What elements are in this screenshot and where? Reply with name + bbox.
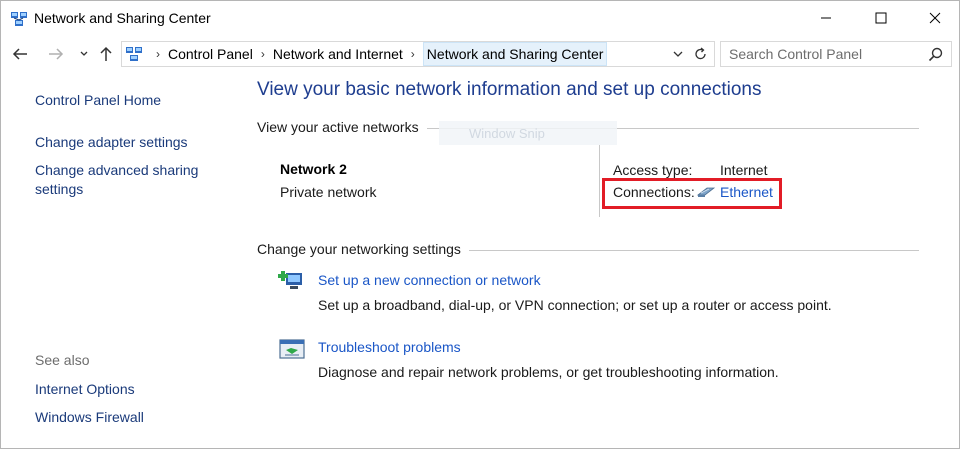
snip-overlay-caption: Window Snip [439, 121, 617, 145]
address-dropdown-button[interactable] [668, 42, 688, 66]
minimize-button[interactable] [803, 1, 849, 35]
breadcrumb-current[interactable]: Network and Sharing Center [422, 42, 608, 66]
access-type-label: Access type: [613, 162, 693, 178]
network-globe-icon [11, 12, 27, 26]
breadcrumb-control-panel[interactable]: Control Panel [168, 46, 253, 62]
recent-locations-button[interactable] [73, 43, 95, 65]
network-name: Network 2 [280, 161, 347, 177]
search-icon[interactable] [927, 46, 945, 64]
back-button[interactable] [9, 43, 31, 65]
forward-button[interactable] [45, 43, 67, 65]
breadcrumb: › Control Panel › Network and Internet ›… [148, 42, 608, 66]
search-input[interactable] [729, 45, 919, 63]
control-panel-home-link[interactable]: Control Panel Home [35, 91, 161, 110]
title-bar: Network and Sharing Center [1, 1, 959, 35]
minimize-icon [821, 17, 831, 19]
setup-new-connection-description: Set up a broadband, dial-up, or VPN conn… [318, 297, 832, 313]
network-type: Private network [280, 184, 377, 200]
change-adapter-settings-link[interactable]: Change adapter settings [35, 133, 188, 152]
new-connection-icon [278, 271, 302, 289]
setup-new-connection-link[interactable]: Set up a new connection or network [318, 272, 541, 288]
maximize-icon [875, 12, 887, 24]
access-type-value: Internet [720, 162, 768, 178]
troubleshoot-icon [279, 339, 305, 359]
troubleshoot-problems-link[interactable]: Troubleshoot problems [318, 339, 461, 355]
troubleshoot-problems-description: Diagnose and repair network problems, or… [318, 364, 779, 380]
page-title: View your basic network information and … [257, 79, 762, 100]
windows-firewall-link[interactable]: Windows Firewall [35, 408, 144, 427]
search-box[interactable] [720, 41, 952, 67]
up-button[interactable] [95, 43, 117, 65]
network-sharing-center-window: Network and Sharing Center › Control Pan… [0, 0, 960, 449]
network-globe-icon [126, 47, 142, 61]
active-networks-heading: View your active networks [257, 119, 427, 135]
window-title: Network and Sharing Center [34, 10, 211, 26]
networking-settings-heading: Change your networking settings [257, 241, 469, 257]
close-button[interactable] [912, 1, 958, 35]
refresh-icon [695, 47, 706, 60]
vertical-divider [599, 145, 600, 217]
change-advanced-sharing-link[interactable]: Change advanced sharing [35, 161, 198, 180]
chevron-right-icon[interactable]: › [156, 47, 160, 61]
arrow-right-icon [49, 48, 64, 60]
chevron-right-icon[interactable]: › [261, 47, 265, 61]
internet-options-link[interactable]: Internet Options [35, 380, 135, 399]
connection-highlight [602, 178, 782, 209]
chevron-down-icon [673, 51, 683, 57]
chevron-down-icon [80, 51, 88, 56]
navigation-bar: › Control Panel › Network and Internet ›… [1, 39, 959, 69]
chevron-right-icon[interactable]: › [411, 47, 415, 61]
close-icon [929, 12, 941, 24]
arrow-up-icon [100, 46, 112, 61]
maximize-button[interactable] [858, 1, 904, 35]
change-advanced-sharing-link-line2[interactable]: settings [35, 180, 83, 199]
refresh-button[interactable] [690, 42, 712, 66]
arrow-left-icon [12, 48, 27, 60]
see-also-label: See also [35, 352, 90, 368]
address-bar[interactable]: › Control Panel › Network and Internet ›… [121, 41, 715, 67]
breadcrumb-network-internet[interactable]: Network and Internet [273, 46, 403, 62]
